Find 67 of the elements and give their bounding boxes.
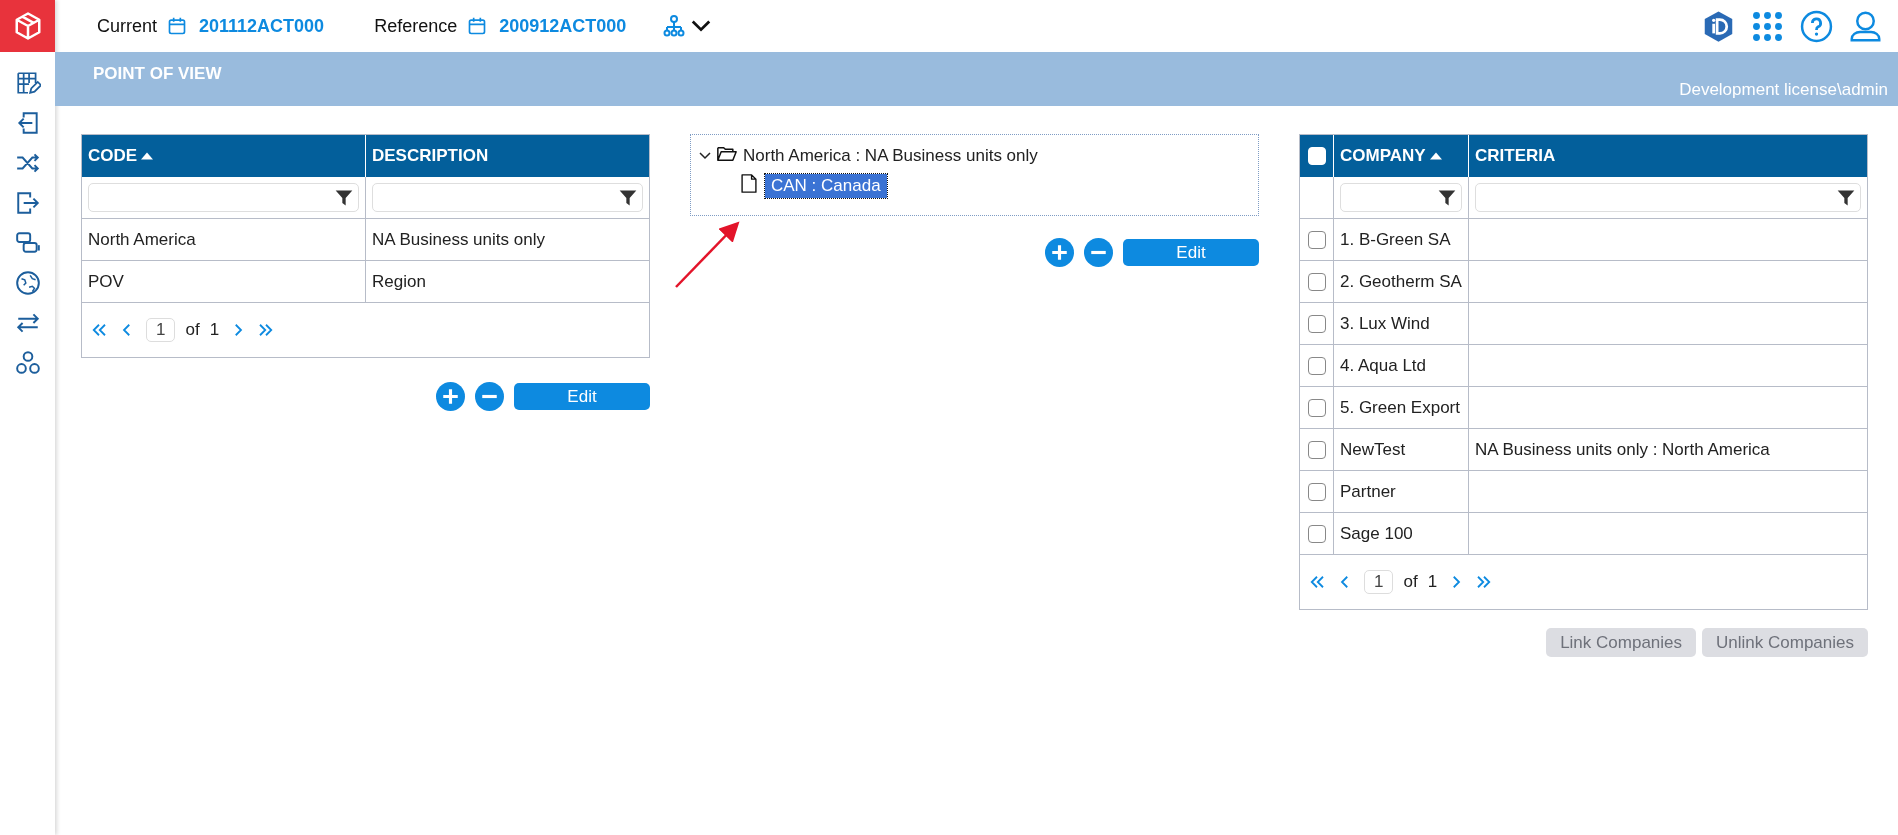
filter-field[interactable] [88,183,359,212]
table-cell: 2. Geotherm SA [1333,261,1468,302]
current-scenario-link[interactable]: 201112ACT000 [199,15,325,37]
page-total-label: 1 [209,320,220,340]
grid-edit-icon[interactable] [14,70,41,96]
page-title: POINT OF VIEW [93,64,222,84]
sign-out-icon[interactable] [14,190,41,216]
row-checkbox[interactable] [1307,230,1326,249]
app-logo[interactable] [0,0,55,52]
column-header[interactable]: DESCRIPTION [365,135,649,177]
row-checkbox[interactable] [1307,524,1326,543]
edit-button[interactable]: Edit [514,383,650,410]
select-all-checkbox[interactable] [1307,147,1326,165]
edit-button[interactable]: Edit [1123,239,1259,266]
remove-icon[interactable] [1084,238,1113,267]
calendar-icon[interactable] [167,16,188,36]
reference-label: Reference [374,15,458,37]
table-cell: 4. Aqua Ltd [1333,345,1468,386]
row-checkbox[interactable] [1307,272,1326,291]
document-icon [739,173,759,193]
table-cell: Region [365,261,649,302]
tree-node[interactable]: CAN : Canada [765,174,887,198]
row-checkbox[interactable] [1307,440,1326,459]
row-checkbox[interactable] [1307,356,1326,375]
page-number-field[interactable]: 1 [146,318,176,342]
hierarchy-icon[interactable] [662,14,687,38]
column-header[interactable]: CRITERIA [1468,135,1867,177]
table-cell-text: NA Business units only : North America [1475,439,1770,461]
row-checkbox[interactable] [1307,314,1326,333]
reference-scenario-link[interactable]: 200912ACT000 [499,15,627,37]
column-header[interactable]: CODE [82,135,365,177]
hexagon-logo-icon[interactable] [1702,9,1735,43]
table-cell: NA Business units only [365,219,649,260]
calendar-icon[interactable] [467,16,488,36]
page-of-label: of [185,320,200,340]
page-total-label: 1 [1427,572,1438,592]
table-cell: NewTest [1333,429,1468,470]
filter-field[interactable] [1475,183,1861,212]
table-cell: Partner [1333,471,1468,512]
add-icon[interactable] [1045,238,1074,267]
row-checkbox[interactable] [1307,482,1326,501]
user-icon[interactable] [1849,9,1882,43]
first-page-icon[interactable] [1308,573,1326,591]
table-cell: Sage 100 [1333,513,1468,554]
page-of-label: of [1403,572,1418,592]
page-number-field[interactable]: 1 [1364,570,1394,594]
table-cell: 3. Lux Wind [1333,303,1468,344]
remove-icon[interactable] [475,382,504,411]
table-cell-text: POV [87,271,125,293]
apps-grid-icon[interactable] [1751,9,1784,43]
column-header[interactable]: COMPANY [1333,135,1468,177]
table-cell: 1. B-Green SA [1333,219,1468,260]
current-label: Current [97,15,158,37]
chevron-down-icon[interactable] [699,150,711,162]
license-user-label: Development license\admin [1679,80,1888,100]
tree-node[interactable]: North America : NA Business units only [743,146,1038,166]
network-icon[interactable] [14,350,41,376]
row-checkbox[interactable] [1307,398,1326,417]
table-cell: 5. Green Export [1333,387,1468,428]
windows-icon[interactable] [14,230,41,256]
first-page-icon[interactable] [90,321,108,339]
filter-field[interactable] [1340,183,1462,212]
add-icon[interactable] [436,382,465,411]
table-cell-text: North America [87,229,197,251]
filter-field[interactable] [372,183,643,212]
globe-icon[interactable] [14,270,41,296]
help-icon[interactable] [1800,9,1833,43]
